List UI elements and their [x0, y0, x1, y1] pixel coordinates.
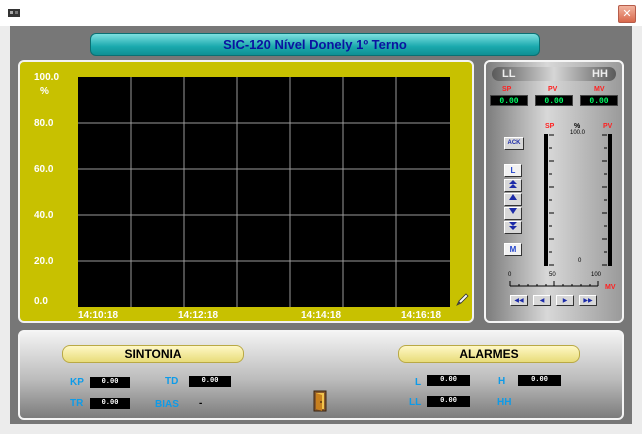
scale-sp-label: SP	[545, 123, 555, 130]
y-unit-label: %	[40, 86, 49, 97]
mv-value[interactable]: 0.00	[580, 95, 618, 106]
mv-fast-right-button[interactable]: ▶▶	[579, 295, 597, 306]
page-title: SIC-120 Nível Donely 1º Terno	[90, 33, 540, 56]
alarm-hh-label: HH	[497, 397, 512, 408]
scale-unit-label: %	[574, 123, 581, 130]
alarm-l-label: L	[415, 377, 422, 388]
mv-tick-100: 100	[591, 272, 602, 278]
double-up-arrow-icon	[509, 180, 517, 188]
double-left-arrow-icon: ◀◀	[514, 297, 524, 304]
y-tick-80: 80.0	[34, 118, 54, 129]
left-arrow-icon: ◀	[539, 297, 545, 304]
td-label: TD	[165, 376, 179, 387]
x-tick-3: 14:14:18	[301, 310, 342, 321]
alarm-ll-value[interactable]: 0.00	[427, 396, 470, 407]
mv-label: MV	[594, 86, 605, 93]
y-tick-60: 60.0	[34, 164, 54, 175]
y-tick-20: 20.0	[34, 256, 54, 267]
pv-bar	[608, 134, 612, 266]
trend-plot[interactable]	[78, 77, 450, 307]
up-button[interactable]	[504, 193, 522, 206]
pv-scale-ticks	[602, 134, 607, 266]
sp-scale-ticks	[549, 134, 554, 266]
mv-left-button[interactable]: ◀	[533, 295, 551, 306]
pv-value: 0.00	[535, 95, 573, 106]
alarm-h-label: H	[498, 376, 506, 387]
alarmes-header: ALARMES	[398, 345, 580, 363]
scale-pv-label: PV	[603, 123, 613, 130]
tag-hh: HH	[592, 68, 608, 80]
manual-mode-button[interactable]: M	[504, 243, 522, 256]
alarm-h-value[interactable]: 0.00	[518, 375, 561, 386]
close-button[interactable]: ✕	[618, 5, 636, 23]
pen-icon[interactable]	[455, 293, 469, 307]
td-value[interactable]: 0.00	[189, 376, 231, 387]
mv-tick-50: 50	[549, 272, 556, 278]
mv-right-button[interactable]: ▶	[556, 295, 574, 306]
mv-fast-left-button[interactable]: ◀◀	[510, 295, 528, 306]
tag-ll: LL	[502, 68, 516, 80]
double-right-arrow-icon: ▶▶	[583, 297, 593, 304]
sp-value[interactable]: 0.00	[490, 95, 528, 106]
double-down-arrow-icon	[509, 222, 517, 230]
y-tick-100: 100.0	[34, 72, 60, 83]
alarm-l-value[interactable]: 0.00	[427, 375, 470, 386]
y-tick-0: 0.0	[34, 296, 48, 307]
right-arrow-icon: ▶	[562, 297, 568, 304]
sp-bar	[544, 134, 548, 266]
y-tick-40: 40.0	[34, 210, 54, 221]
app-icon	[8, 9, 20, 17]
trend-grid	[78, 77, 450, 307]
bias-value: -	[199, 398, 203, 409]
kp-value[interactable]: 0.00	[90, 377, 130, 388]
down-arrow-icon	[509, 208, 517, 214]
exit-door-icon[interactable]	[313, 390, 327, 412]
tr-label: TR	[70, 398, 84, 409]
mv-tick-0: 0	[508, 272, 512, 278]
sintonia-header: SINTONIA	[62, 345, 244, 363]
bias-label: BIAS	[155, 399, 179, 410]
x-tick-2: 14:12:18	[178, 310, 219, 321]
title-bar: ✕	[0, 0, 642, 26]
mv-scale	[509, 281, 599, 287]
kp-label: KP	[70, 377, 84, 388]
ack-button[interactable]: ACK	[504, 137, 524, 150]
fast-up-button[interactable]	[504, 179, 522, 192]
scale-bottom-label: 0	[578, 258, 582, 264]
alarm-ll-label: LL	[409, 397, 422, 408]
x-tick-4: 14:16:18	[401, 310, 442, 321]
local-mode-button[interactable]: L	[504, 164, 522, 177]
up-arrow-icon	[509, 194, 517, 200]
pv-label: PV	[548, 86, 558, 93]
down-button[interactable]	[504, 207, 522, 220]
sp-label: SP	[502, 86, 512, 93]
x-tick-1: 14:10:18	[78, 310, 119, 321]
fast-down-button[interactable]	[504, 221, 522, 234]
scale-top-label: 100.0	[570, 130, 586, 136]
mv-axis-label: MV	[605, 284, 616, 291]
tr-value[interactable]: 0.00	[90, 398, 130, 409]
